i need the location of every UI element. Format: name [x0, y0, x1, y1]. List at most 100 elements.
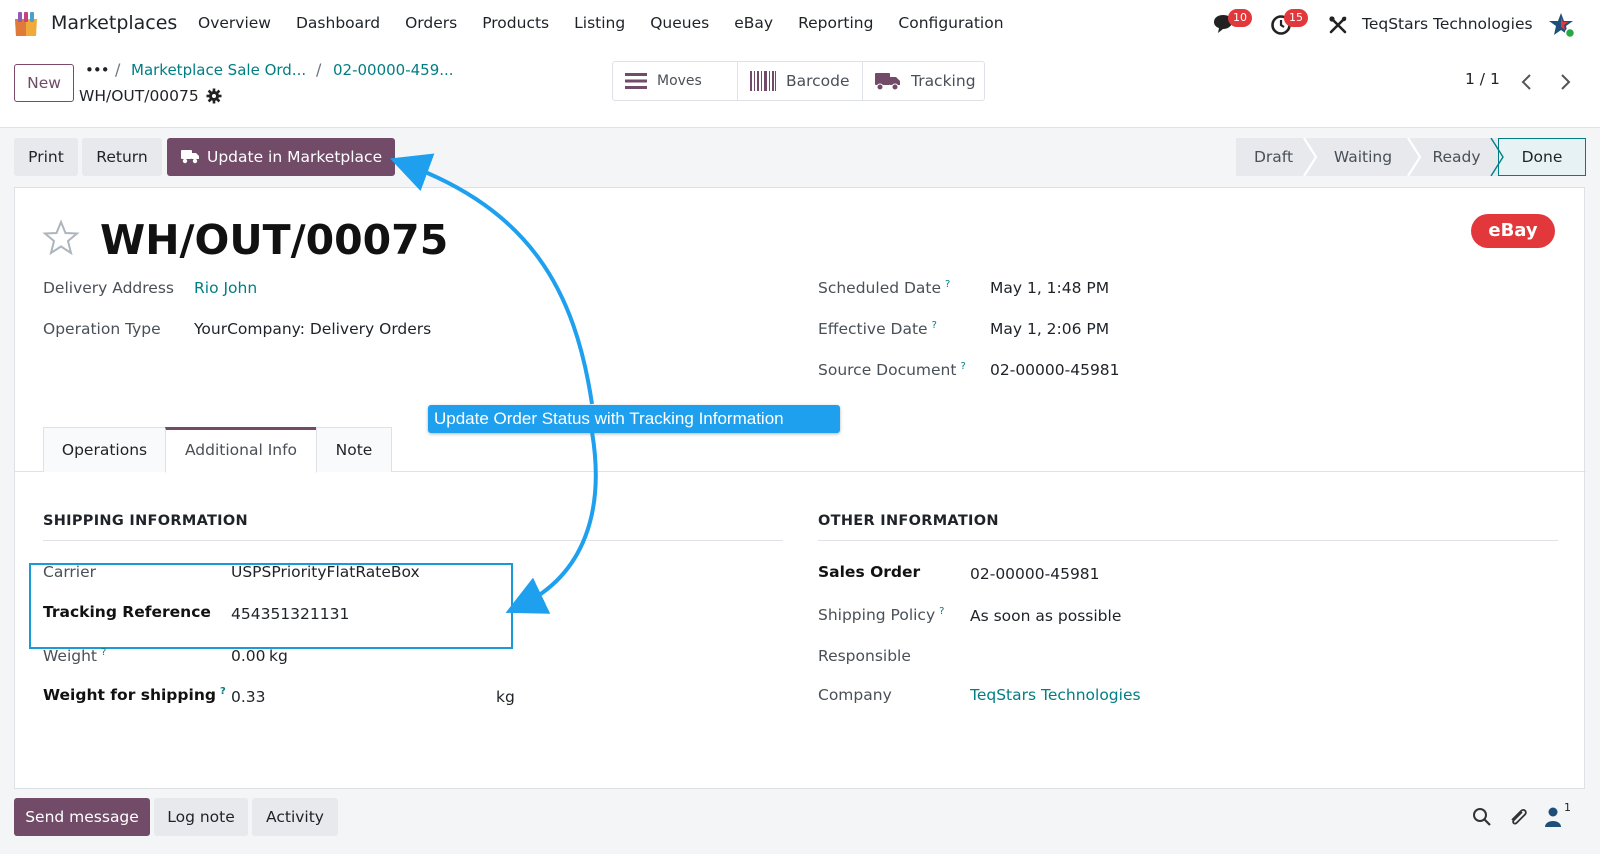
operation-type-label: Operation Type: [43, 320, 161, 338]
menu-queues[interactable]: Queues: [650, 14, 709, 32]
help-icon[interactable]: ?: [939, 606, 944, 617]
shipping-policy-label: Shipping Policy?: [818, 606, 945, 625]
moves-label: Moves: [657, 73, 702, 89]
tab-note[interactable]: Note: [316, 427, 392, 472]
menu-reporting[interactable]: Reporting: [798, 14, 873, 32]
favorite-star-icon[interactable]: [42, 219, 80, 257]
weight-for-shipping-unit: kg: [496, 688, 515, 706]
chat-count-badge: 10: [1228, 9, 1252, 27]
update-in-marketplace-label: Update in Marketplace: [207, 148, 383, 166]
menu-ebay[interactable]: eBay: [734, 14, 773, 32]
menu-products[interactable]: Products: [482, 14, 549, 32]
form-sheet: WH/OUT/00075 eBay Delivery Address Rio J…: [14, 187, 1586, 789]
company-link[interactable]: TeqStars Technologies: [970, 686, 1141, 704]
log-note-button[interactable]: Log note: [154, 798, 248, 836]
help-icon[interactable]: ?: [945, 279, 950, 290]
carrier-value[interactable]: USPSPriorityFlatRateBox: [231, 563, 420, 581]
tools-icon[interactable]: [1328, 15, 1348, 35]
chevron-right-icon[interactable]: [1550, 67, 1580, 97]
annotation-callout: Update Order Status with Tracking Inform…: [428, 405, 840, 433]
delivery-address-label: Delivery Address: [43, 279, 174, 297]
company-switcher[interactable]: TeqStars Technologies: [1362, 15, 1533, 33]
sales-order-label: Sales Order: [818, 563, 921, 581]
pager-value[interactable]: 1 / 1: [1465, 70, 1500, 88]
activity-button[interactable]: Activity: [252, 798, 338, 836]
other-section-title: OTHER INFORMATION: [818, 513, 999, 529]
app-name[interactable]: Marketplaces: [51, 12, 177, 34]
tracking-label: Tracking: [911, 72, 976, 90]
tab-additional-info[interactable]: Additional Info: [165, 427, 317, 473]
scheduled-date-label: Scheduled Date?: [818, 279, 951, 298]
breadcrumb-current-record: WH/OUT/00075: [79, 87, 199, 105]
shipping-policy-value[interactable]: As soon as possible: [970, 607, 1121, 625]
main-menu: Overview Dashboard Orders Products Listi…: [198, 14, 1029, 32]
search-icon[interactable]: [1472, 807, 1492, 827]
operation-type-value[interactable]: YourCompany: Delivery Orders: [194, 320, 431, 338]
moves-smart-button[interactable]: Moves: [613, 62, 738, 100]
activity-count-badge: 15: [1284, 9, 1308, 27]
scheduled-date-value[interactable]: May 1, 1:48 PM: [990, 279, 1109, 297]
breadcrumb-order-number[interactable]: 02-00000-459...: [333, 61, 454, 79]
followers-count: 1: [1564, 801, 1571, 814]
carrier-label: Carrier: [43, 563, 97, 581]
help-icon[interactable]: ?: [932, 320, 937, 331]
systray: 10 15 TeqStars Technologies: [1140, 0, 1600, 50]
followers-icon[interactable]: [1544, 807, 1562, 827]
help-icon[interactable]: ?: [101, 647, 106, 658]
menu-orders[interactable]: Orders: [405, 14, 457, 32]
menu-overview[interactable]: Overview: [198, 14, 271, 32]
record-title: WH/OUT/00075: [100, 216, 449, 264]
weight-for-shipping-value[interactable]: 0.33: [231, 688, 266, 706]
smart-buttons: Moves Barcode Tracking: [612, 61, 985, 101]
tracking-reference-value[interactable]: 454351321131: [231, 605, 349, 623]
effective-date-value[interactable]: May 1, 2:06 PM: [990, 320, 1109, 338]
return-button[interactable]: Return: [82, 138, 162, 176]
barcode-label: Barcode: [786, 72, 850, 90]
sales-order-value[interactable]: 02-00000-45981: [970, 565, 1100, 583]
send-message-button[interactable]: Send message: [14, 798, 150, 836]
user-avatar[interactable]: [1548, 11, 1576, 39]
form-statusbar: Print Return Update in Marketplace Draft…: [0, 129, 1600, 185]
section-divider: [43, 540, 783, 541]
paperclip-icon[interactable]: [1508, 806, 1528, 828]
barcode-icon: [750, 71, 776, 91]
source-document-label: Source Document?: [818, 361, 966, 380]
update-in-marketplace-button[interactable]: Update in Marketplace: [167, 138, 395, 176]
shipping-section-title: SHIPPING INFORMATION: [43, 513, 248, 529]
tracking-smart-button[interactable]: Tracking: [863, 62, 984, 100]
marketplaces-app-icon[interactable]: [12, 10, 40, 38]
responsible-label: Responsible: [818, 647, 911, 665]
marketplace-badge: eBay: [1471, 214, 1555, 248]
effective-date-label: Effective Date?: [818, 320, 937, 339]
print-button[interactable]: Print: [14, 138, 78, 176]
breadcrumb-separator: /: [316, 60, 322, 79]
weight-for-shipping-label: Weight for shipping?: [43, 686, 226, 705]
gear-icon[interactable]: [206, 88, 222, 104]
section-divider: [818, 540, 1558, 541]
chatter-bar: Send message Log note Activity 1: [0, 790, 1600, 854]
source-document-value[interactable]: 02-00000-45981: [990, 361, 1120, 379]
new-button[interactable]: New: [14, 64, 74, 102]
breadcrumb-sale-order[interactable]: Marketplace Sale Ord...: [131, 61, 306, 79]
delivery-address-link[interactable]: Rio John: [194, 279, 257, 297]
stage-separators: [1303, 138, 1504, 176]
breadcrumb-separator: /: [115, 60, 121, 79]
company-label: Company: [818, 686, 892, 704]
list-icon: [625, 73, 647, 89]
truck-icon: [875, 73, 900, 91]
barcode-smart-button[interactable]: Barcode: [738, 62, 863, 100]
weight-value[interactable]: 0.00: [231, 647, 266, 665]
top-navbar: Marketplaces Overview Dashboard Orders P…: [0, 0, 1600, 50]
weight-label: Weight?: [43, 647, 107, 666]
help-icon[interactable]: ?: [220, 686, 226, 697]
menu-listing[interactable]: Listing: [574, 14, 625, 32]
chevron-left-icon[interactable]: [1512, 67, 1542, 97]
breadcrumb-more-button[interactable]: •••: [85, 61, 110, 79]
truck-icon: [181, 150, 199, 164]
tab-operations[interactable]: Operations: [43, 427, 166, 472]
menu-configuration[interactable]: Configuration: [898, 14, 1003, 32]
menu-dashboard[interactable]: Dashboard: [296, 14, 380, 32]
control-panel: New ••• / Marketplace Sale Ord... / 02-0…: [0, 50, 1600, 128]
weight-unit: kg: [269, 647, 288, 665]
help-icon[interactable]: ?: [960, 361, 965, 372]
